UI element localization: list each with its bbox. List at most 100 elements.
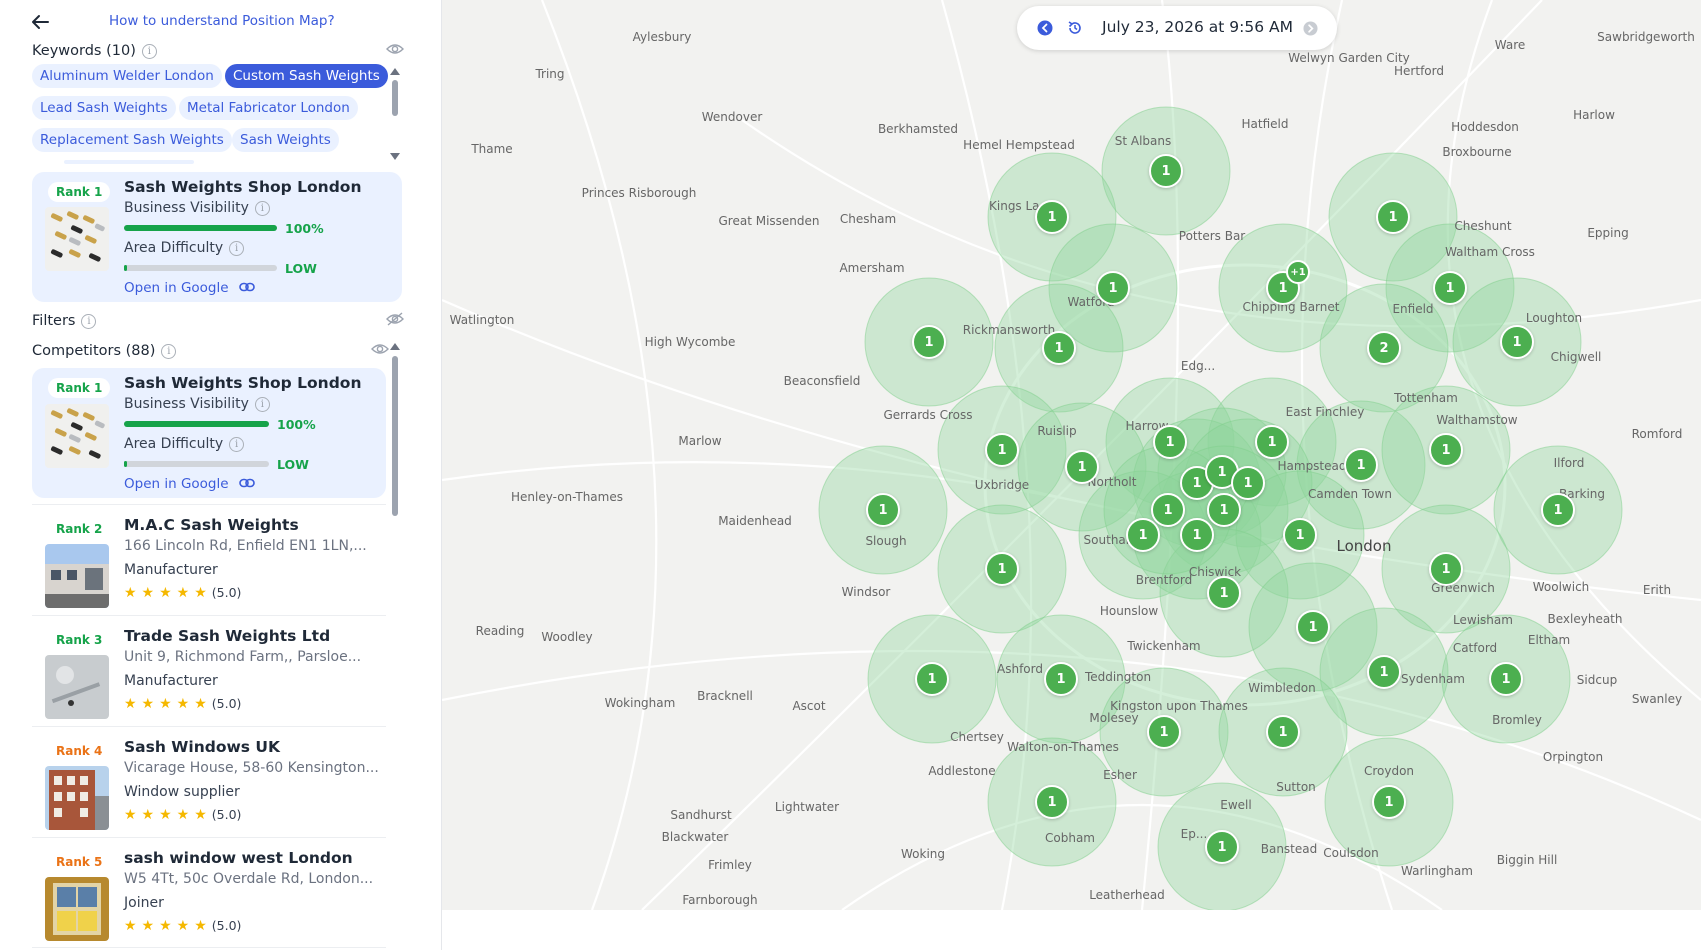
info-icon[interactable]: i	[229, 437, 245, 452]
back-arrow-icon[interactable]	[28, 10, 52, 34]
map-place-label: Welwyn Garden City	[1288, 51, 1410, 65]
map-place-label: High Wycombe	[644, 335, 736, 349]
map-pin[interactable]: 1	[985, 433, 1019, 467]
map-pin[interactable]: 1	[1207, 493, 1241, 527]
map-place-label: Ewell	[1220, 798, 1252, 812]
map-pin[interactable]: 1	[1149, 154, 1183, 188]
info-icon[interactable]: i	[254, 397, 270, 412]
map-pin[interactable]: 1	[1376, 200, 1410, 234]
map-pin[interactable]: 1	[1433, 271, 1467, 305]
info-icon[interactable]: i	[81, 314, 97, 329]
rank-badge: Rank 1	[48, 182, 111, 202]
map-place-label: Sutton	[1276, 780, 1316, 794]
scroll-up-arrow[interactable]	[390, 343, 400, 350]
map-pin[interactable]: 1	[1035, 785, 1069, 819]
map-place-label: Bexleyheath	[1547, 612, 1623, 626]
keywords-scrollbar[interactable]	[392, 80, 398, 116]
map-pin[interactable]: 1	[1367, 655, 1401, 689]
map-pin[interactable]: 1	[1266, 715, 1300, 749]
info-icon[interactable]: i	[254, 201, 270, 216]
eye-off-icon[interactable]	[386, 312, 404, 326]
scroll-up-arrow[interactable]	[390, 68, 400, 75]
open-in-google-link[interactable]: Open in Google	[124, 476, 255, 492]
map-place-label: Thame	[471, 142, 513, 156]
keyword-chip[interactable]: Metal Fabricator London	[179, 96, 358, 120]
map-pin[interactable]: 1	[1296, 610, 1330, 644]
keywords-header: Keywords (10) i	[32, 40, 157, 59]
difficulty-label: Area Difficulty i	[124, 436, 245, 452]
help-link[interactable]: How to understand Position Map?	[109, 13, 335, 29]
eye-icon[interactable]	[386, 42, 404, 56]
open-in-google-text[interactable]: Open in Google	[124, 476, 229, 492]
filters-header[interactable]: Filters i	[32, 310, 97, 329]
map-place-label: Wimbledon	[1248, 681, 1316, 695]
competitor-address: 166 Lincoln Rd, Enfield EN1 1LN,...	[124, 538, 367, 554]
map-pin[interactable]: 1	[1489, 662, 1523, 696]
map-pin[interactable]: 1	[1126, 518, 1160, 552]
map-pin[interactable]: 1	[1153, 425, 1187, 459]
scroll-down-arrow[interactable]	[390, 153, 400, 160]
keyword-chip[interactable]: Lead Sash Weights	[32, 96, 176, 120]
map-pin[interactable]: 1	[1044, 662, 1078, 696]
keyword-chip[interactable]: Sash Weights	[232, 128, 339, 152]
eye-icon[interactable]	[371, 342, 389, 356]
map-place-label: Waltham Cross	[1445, 245, 1535, 259]
map-place-label: Wokingham	[604, 696, 676, 710]
map-pin[interactable]: 1	[1096, 271, 1130, 305]
map-place-label: Swanley	[1631, 692, 1683, 706]
date-selector[interactable]: July 23, 2026 at 9:56 AM	[1017, 6, 1337, 50]
visibility-label: Business Visibility i	[124, 396, 270, 412]
map-place-label: Chiswick	[1188, 565, 1242, 579]
map-pin[interactable]: 1	[1231, 466, 1265, 500]
map-place-label: Loughton	[1525, 311, 1583, 325]
map-place-label: Croydon	[1363, 764, 1415, 778]
map-pin[interactable]: 1	[915, 662, 949, 696]
map-pin[interactable]: 1	[1344, 448, 1378, 482]
map-pin[interactable]: 1	[1035, 200, 1069, 234]
open-in-google-link[interactable]: Open in Google	[124, 280, 255, 296]
open-in-google-text[interactable]: Open in Google	[124, 280, 229, 296]
previous-date-icon[interactable]	[1037, 20, 1053, 36]
map-pin[interactable]: 1	[1042, 331, 1076, 365]
keyword-chip-active[interactable]: Custom Sash Weights	[225, 64, 388, 88]
map-pin[interactable]: 1	[1207, 576, 1241, 610]
info-icon[interactable]: i	[141, 44, 157, 59]
map-place-label: Biggin Hill	[1496, 853, 1558, 867]
map-pin[interactable]: 1	[1205, 830, 1239, 864]
map-place-label: Ruislip	[1037, 424, 1077, 438]
info-icon[interactable]: i	[161, 344, 177, 359]
map-pin[interactable]: 1	[1180, 518, 1214, 552]
map-pin[interactable]: 1	[1255, 425, 1289, 459]
pin-extra-badge[interactable]: +1	[1286, 260, 1310, 284]
next-date-icon[interactable]	[1303, 21, 1318, 36]
competitor-name: Sash Weights Shop London	[124, 374, 362, 392]
map-place-label: Great Missenden	[718, 214, 820, 228]
map-pin[interactable]: 1	[1065, 450, 1099, 484]
map-pin[interactable]: 1	[1500, 325, 1534, 359]
map-pin[interactable]: 1	[1429, 433, 1463, 467]
map-place-label: Epping	[1587, 226, 1629, 240]
map-pin[interactable]: 1	[1151, 493, 1185, 527]
map-pin[interactable]: 1	[1429, 552, 1463, 586]
map-pin[interactable]: 1	[985, 552, 1019, 586]
map-pin[interactable]: 1	[1147, 715, 1181, 749]
keyword-chip[interactable]: Replacement Sash Weights	[32, 128, 232, 152]
map-pin[interactable]: 2	[1367, 331, 1401, 365]
position-map[interactable]: Aylesbury Tring Wendover Berkhamsted Hemel H…	[442, 0, 1701, 910]
map-pin[interactable]: 1	[1283, 518, 1317, 552]
keyword-chip[interactable]: Aluminum Welder London	[32, 64, 222, 88]
map-place-label: Broxbourne	[1442, 145, 1512, 159]
info-icon[interactable]: i	[229, 241, 245, 256]
map-place-label: Twickenham	[1127, 639, 1201, 653]
difficulty-value: LOW	[277, 457, 309, 472]
visibility-bar-fill	[124, 225, 277, 231]
history-icon[interactable]	[1067, 20, 1083, 36]
map-pin[interactable]: 1	[866, 493, 900, 527]
map-place-label: Tring	[535, 67, 565, 81]
map-pin[interactable]: 1	[1372, 785, 1406, 819]
map-pin[interactable]: 1	[912, 325, 946, 359]
competitor-category: Joiner	[124, 895, 164, 911]
competitors-scrollbar[interactable]	[392, 356, 398, 516]
map-pin[interactable]: 1	[1541, 493, 1575, 527]
map-place-label: Potters Bar	[1178, 229, 1246, 243]
